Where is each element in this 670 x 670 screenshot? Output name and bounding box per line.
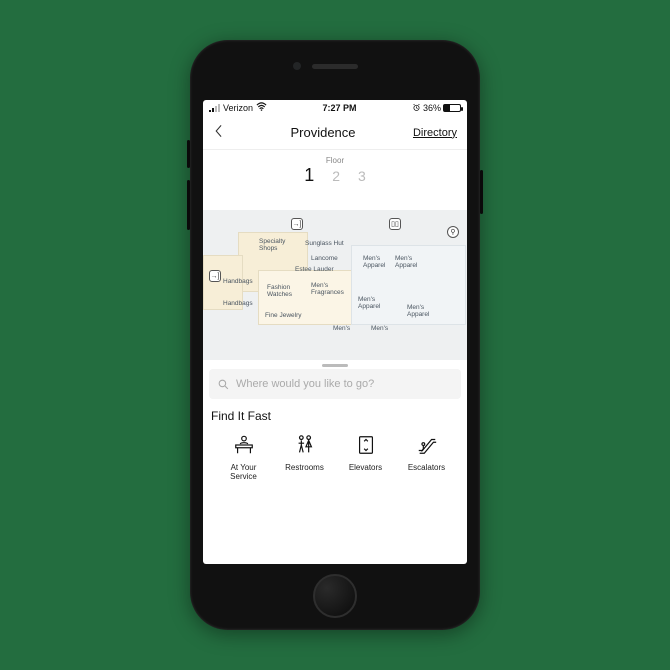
wifi-icon bbox=[256, 102, 267, 114]
search-placeholder: Where would you like to go? bbox=[236, 378, 374, 390]
screen: Verizon 7:27 PM 36% Providence Directory bbox=[203, 100, 467, 564]
fif-restrooms[interactable]: Restrooms bbox=[274, 433, 335, 481]
floor-map[interactable]: →] ▯▯ ⚲ →] Specialty Shops Sunglass Hut … bbox=[203, 210, 467, 360]
entrance-icon: →] bbox=[291, 218, 303, 230]
battery-percent: 36% bbox=[423, 103, 441, 113]
fif-label: Elevators bbox=[349, 463, 382, 472]
concierge-icon bbox=[233, 433, 255, 457]
fif-at-your-service[interactable]: At Your Service bbox=[213, 433, 274, 481]
map-label: Handbags bbox=[223, 300, 253, 307]
restroom-icon bbox=[294, 433, 316, 457]
elevator-map-icon: ▯▯ bbox=[389, 218, 401, 230]
search-input[interactable]: Where would you like to go? bbox=[209, 369, 461, 399]
map-label: Handbags bbox=[223, 278, 253, 285]
alarm-icon bbox=[412, 103, 421, 114]
search-icon bbox=[217, 378, 230, 391]
map-label: Men's bbox=[371, 325, 388, 332]
carrier-label: Verizon bbox=[223, 103, 253, 113]
floor-label: Floor bbox=[203, 156, 467, 165]
signal-icon bbox=[209, 104, 220, 112]
floor-tab-2[interactable]: 2 bbox=[332, 168, 340, 184]
map-label: Estee Lauder bbox=[295, 266, 334, 273]
phone-frame: Verizon 7:27 PM 36% Providence Directory bbox=[190, 40, 480, 630]
elevator-icon bbox=[355, 433, 377, 457]
fif-label: Escalators bbox=[408, 463, 445, 472]
map-label: Men's Apparel bbox=[395, 255, 417, 269]
map-label: Men's Apparel bbox=[358, 296, 380, 310]
home-button[interactable] bbox=[313, 574, 357, 618]
map-label: Men's Apparel bbox=[363, 255, 385, 269]
fif-elevators[interactable]: Elevators bbox=[335, 433, 396, 481]
find-it-fast-heading: Find It Fast bbox=[211, 409, 459, 423]
fif-escalators[interactable]: Escalators bbox=[396, 433, 457, 481]
battery-icon bbox=[443, 104, 461, 112]
fif-label: Restrooms bbox=[285, 463, 324, 472]
entrance-icon-2: →] bbox=[209, 270, 221, 282]
floor-picker: Floor 1 2 3 bbox=[203, 150, 467, 190]
floor-tab-3[interactable]: 3 bbox=[358, 168, 366, 184]
map-label: Specialty Shops bbox=[259, 238, 285, 252]
status-bar: Verizon 7:27 PM 36% bbox=[203, 100, 467, 116]
map-label: Men's bbox=[333, 325, 350, 332]
map-label: Fine Jewelry bbox=[265, 312, 301, 319]
map-label: Fashion Watches bbox=[267, 284, 292, 298]
drag-handle[interactable] bbox=[322, 364, 348, 367]
map-label: Men's Apparel bbox=[407, 304, 429, 318]
escalator-icon bbox=[416, 433, 438, 457]
page-title: Providence bbox=[233, 125, 413, 140]
floor-tab-1[interactable]: 1 bbox=[304, 165, 314, 186]
back-button[interactable] bbox=[213, 124, 233, 141]
clock: 7:27 PM bbox=[267, 103, 412, 113]
directory-link[interactable]: Directory bbox=[413, 127, 457, 139]
map-label: Sunglass Hut bbox=[305, 240, 344, 247]
map-label: Men's Fragrances bbox=[311, 282, 344, 296]
find-it-fast: Find It Fast At Your Service Restrooms bbox=[203, 399, 467, 481]
nav-header: Providence Directory bbox=[203, 116, 467, 150]
fif-label: At Your Service bbox=[230, 463, 257, 481]
restroom-map-icon: ⚲ bbox=[447, 226, 459, 238]
map-label: Lancome bbox=[311, 255, 338, 262]
